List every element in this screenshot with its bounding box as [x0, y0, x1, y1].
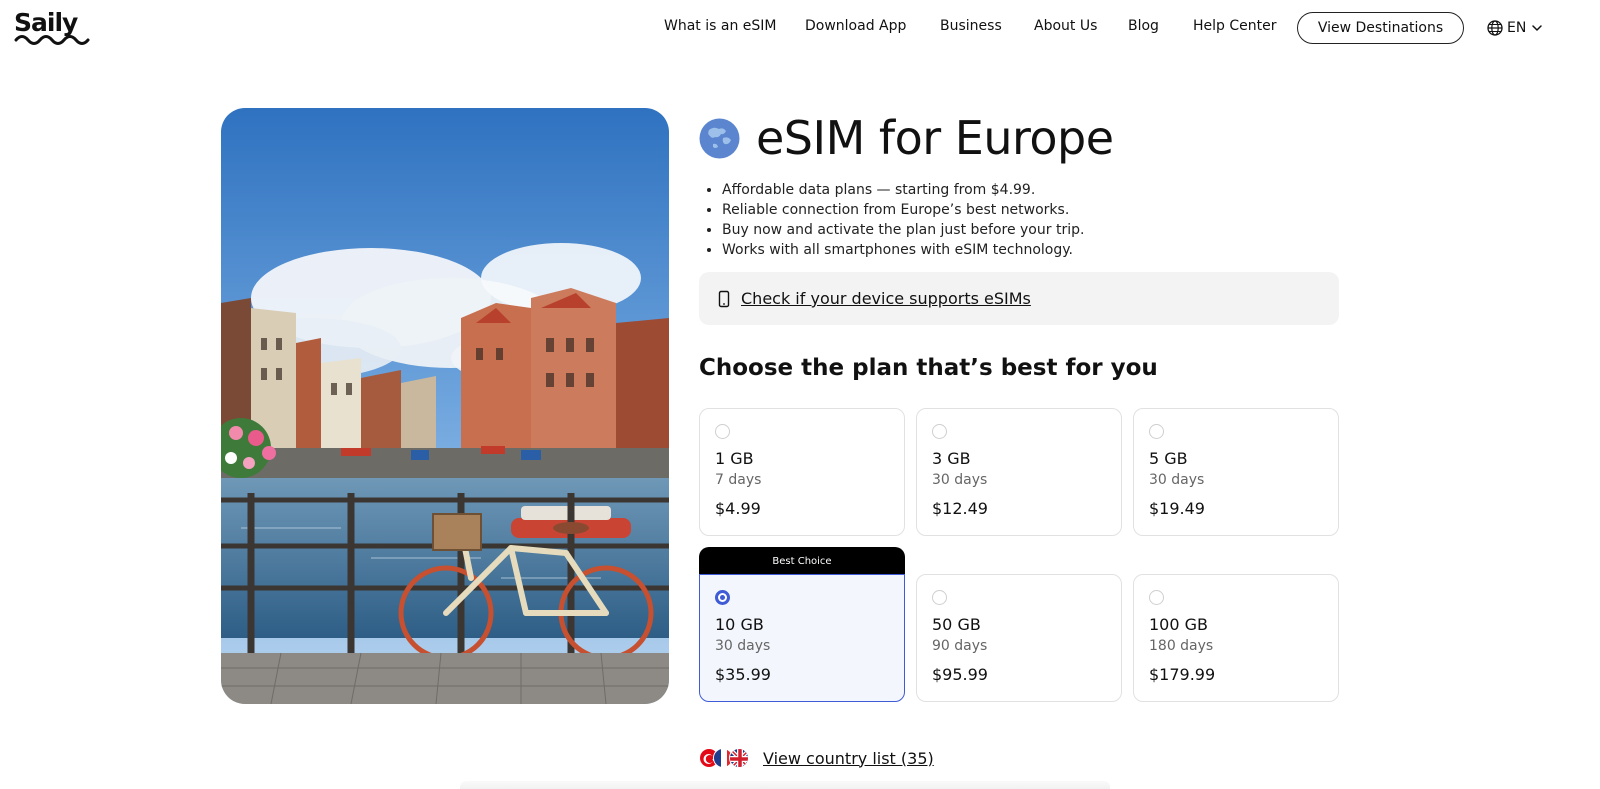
logo-text: Saily: [14, 8, 78, 37]
bottom-panel-edge: [460, 781, 1110, 789]
view-destinations-button[interactable]: View Destinations: [1297, 12, 1464, 44]
feature-item: Works with all smartphones with eSIM tec…: [722, 240, 1084, 260]
plan-card-50gb[interactable]: 50 GB 90 days $95.99: [916, 574, 1122, 702]
nav-help-center[interactable]: Help Center: [1193, 18, 1277, 34]
feature-item: Affordable data plans — starting from $4…: [722, 180, 1084, 200]
view-country-list-link[interactable]: View country list (35): [763, 749, 934, 768]
plan-price: $35.99: [715, 665, 771, 684]
plan-card-1gb[interactable]: 1 GB 7 days $4.99: [699, 408, 905, 536]
plan-price: $95.99: [932, 665, 988, 684]
plan-radio-selected[interactable]: [715, 590, 730, 605]
plan-duration: 90 days: [932, 638, 988, 654]
device-check-link[interactable]: Check if your device supports eSIMs: [741, 289, 1031, 308]
plan-data: 10 GB: [715, 615, 764, 634]
feature-item: Reliable connection from Europe’s best n…: [722, 200, 1084, 220]
country-list-row: View country list (35): [699, 746, 934, 770]
page-title: eSIM for Europe: [756, 111, 1114, 165]
plan-radio[interactable]: [1149, 590, 1164, 605]
language-label: EN: [1507, 20, 1527, 36]
europe-globe-icon: [699, 118, 740, 158]
nav-about-us[interactable]: About Us: [1034, 18, 1097, 34]
feature-item: Buy now and activate the plan just befor…: [722, 220, 1084, 240]
plan-price: $179.99: [1149, 665, 1216, 684]
plan-price: $12.49: [932, 499, 988, 518]
plan-radio[interactable]: [1149, 424, 1164, 439]
country-flags: [699, 747, 755, 769]
plan-card-100gb[interactable]: 100 GB 180 days $179.99: [1133, 574, 1339, 702]
nav-business[interactable]: Business: [940, 18, 1002, 34]
plan-radio[interactable]: [715, 424, 730, 439]
nav-what-is-esim[interactable]: What is an eSIM: [664, 18, 776, 34]
plan-data: 3 GB: [932, 449, 971, 468]
best-choice-badge: Best Choice: [699, 547, 905, 575]
nav-blog[interactable]: Blog: [1128, 18, 1159, 34]
product-title-row: eSIM for Europe: [699, 108, 1114, 168]
plan-data: 1 GB: [715, 449, 754, 468]
plan-radio[interactable]: [932, 424, 947, 439]
plan-duration: 180 days: [1149, 638, 1214, 654]
features-list: Affordable data plans — starting from $4…: [722, 180, 1084, 260]
plan-duration: 30 days: [932, 472, 988, 488]
plan-duration: 7 days: [715, 472, 762, 488]
plan-duration: 30 days: [715, 638, 771, 654]
plan-duration: 30 days: [1149, 472, 1205, 488]
plan-data: 50 GB: [932, 615, 981, 634]
plan-card-3gb[interactable]: 3 GB 30 days $12.49: [916, 408, 1122, 536]
globe-icon: [1487, 20, 1503, 36]
plan-data: 100 GB: [1149, 615, 1208, 634]
chevron-down-icon: [1532, 25, 1543, 31]
device-check-banner[interactable]: Check if your device supports eSIMs: [699, 272, 1339, 325]
uk-flag-icon: [729, 748, 749, 768]
plan-price: $19.49: [1149, 499, 1205, 518]
plan-card-10gb[interactable]: 10 GB 30 days $35.99: [699, 574, 905, 702]
saily-logo[interactable]: Saily: [14, 8, 92, 48]
plan-radio[interactable]: [932, 590, 947, 605]
language-selector[interactable]: EN: [1487, 17, 1544, 39]
plan-data: 5 GB: [1149, 449, 1188, 468]
smartphone-icon: [718, 290, 730, 307]
plan-card-5gb[interactable]: 5 GB 30 days $19.49: [1133, 408, 1339, 536]
site-header: Saily What is an eSIM Download App Busin…: [0, 0, 1600, 56]
logo-wave-icon: [14, 35, 90, 45]
nav-download-app[interactable]: Download App: [805, 18, 906, 34]
plan-heading: Choose the plan that’s best for you: [699, 355, 1158, 381]
plan-price: $4.99: [715, 499, 761, 518]
hero-image: [221, 108, 669, 704]
